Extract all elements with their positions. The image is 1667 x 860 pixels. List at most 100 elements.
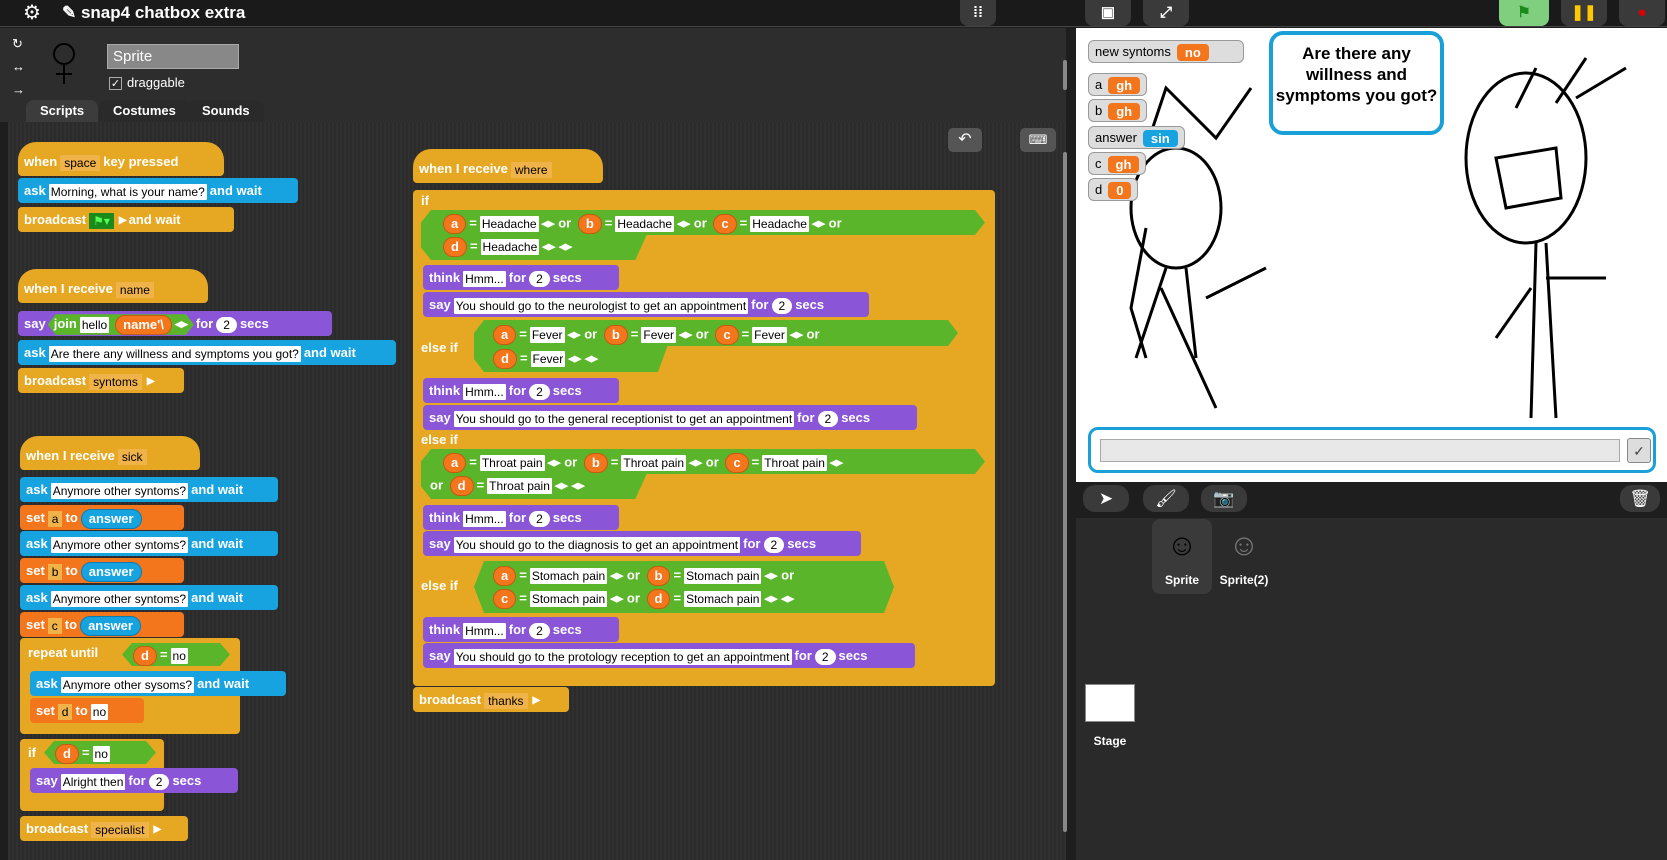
message-dropdown[interactable]: sick [117,448,147,465]
message-dropdown[interactable]: syntoms [89,373,142,390]
say-input[interactable]: You should go to the general receptionis… [453,410,795,427]
say-input[interactable]: You should go to the diagnosis to get an… [453,536,741,553]
join-input[interactable]: hello [80,317,109,333]
hat-when-receive[interactable]: when I receive sick [20,436,200,470]
say-input[interactable]: You should go to the neurologist to get … [453,297,749,314]
var-dropdown[interactable]: c [47,617,62,634]
eq-input[interactable]: no [93,746,110,762]
sprite-scrollbar[interactable] [1063,60,1067,90]
var-dropdown[interactable]: a [47,510,63,527]
set-block[interactable]: set d to no [30,698,144,723]
say-for-block[interactable]: say You should go to the protology recept… [423,643,915,668]
secs-input[interactable]: 2 [771,297,793,314]
stage-full-icon[interactable]: ⤢ [1143,0,1189,26]
trash-icon[interactable]: 🗑 [1620,485,1660,512]
secs-input[interactable]: 2 [817,410,839,427]
var-b[interactable]: b [583,453,608,473]
condition-d-eq-no[interactable]: d = no [122,643,230,666]
think-input[interactable]: Hmm... [463,383,506,400]
set-input[interactable]: no [90,703,109,720]
eq-input[interactable]: Headache [479,216,539,232]
say-for-block[interactable]: say You should go to the general receptio… [423,405,917,430]
var-a[interactable]: a [443,214,467,234]
join-block[interactable]: join hello name'\ ◂▸ [48,314,194,335]
green-flag-icon[interactable]: ⚑ [1499,0,1549,26]
sprite-icon-sprite2[interactable]: ☺ Sprite(2) [1214,519,1274,594]
var-c[interactable]: c [715,325,739,345]
say-for-block[interactable]: say You should go to the diagnosis to get… [423,531,861,556]
condition-d-eq-no[interactable]: d = no [44,741,156,764]
ask-input[interactable]: Morning, what is your name? [48,183,207,200]
eq-input[interactable]: Headache [480,239,540,255]
footprints-icon[interactable]: ⁞⁞ [960,0,996,26]
checkbox-check[interactable]: ✓ [109,77,122,90]
keyboard-icon[interactable]: ⌨ [1020,128,1056,152]
answer-ok-button[interactable]: ✓ [1627,438,1651,463]
ask-input[interactable]: Anymore other syntoms? [50,482,189,499]
tab-scripts[interactable]: Scripts [26,100,99,122]
eq-input[interactable]: Fever [641,327,677,343]
message-dropdown[interactable]: thanks [484,692,528,709]
message-dropdown[interactable]: where [510,161,552,178]
eq-input[interactable]: Stomach pain [529,591,608,607]
secs-input[interactable]: 2 [216,316,237,333]
broadcast-block[interactable]: broadcast ⚑▾ ▶ and wait [18,207,234,232]
think-block[interactable]: think Hmm... for 2 secs [423,265,619,290]
ask-block[interactable]: ask Are there any willness and symptoms y… [18,340,396,365]
eq-input[interactable]: Stomach pain [684,591,762,607]
eq-input[interactable]: Throat pain [621,455,687,471]
think-input[interactable]: Hmm... [463,622,506,639]
camera-icon[interactable]: 📷 [1201,485,1247,512]
ask-input[interactable]: Are there any willness and symptoms you … [48,345,301,362]
tab-sounds[interactable]: Sounds [188,100,264,122]
var-dropdown[interactable]: b [47,563,63,580]
key-dropdown[interactable]: space [60,154,101,171]
paintbrush-icon[interactable]: 🖌 [1143,485,1189,512]
draggable-checkbox[interactable]: ✓ draggable [109,75,185,90]
eq-input[interactable]: no [171,648,188,664]
eq-input[interactable]: Throat pain [479,455,545,471]
var-b[interactable]: b [577,214,602,234]
name-var[interactable]: name'\ [115,315,172,335]
set-block[interactable]: set c to answer [20,612,184,637]
undo-icon[interactable]: ↶ [948,128,982,152]
think-input[interactable]: Hmm... [463,270,506,287]
rotate-any-icon[interactable]: ↻ [12,36,23,52]
think-block[interactable]: think Hmm... for 2 secs [423,378,619,403]
scripts-scrollbar[interactable] [1063,152,1067,832]
turtle-icon[interactable]: ➤ [1083,485,1129,512]
say-for-block[interactable]: say join hello name'\ ◂▸ for 2 secs [18,311,332,336]
var-dropdown[interactable]: d [57,703,73,720]
ask-input[interactable]: Anymore other syntoms? [50,590,189,607]
hat-when-key[interactable]: when space key pressed [18,142,224,176]
think-block[interactable]: think Hmm... for 2 secs [423,617,619,642]
gear-icon[interactable]: ⚙ [14,0,50,26]
secs-input[interactable]: 2 [148,773,170,790]
secs-input[interactable]: 2 [529,270,550,287]
think-block[interactable]: think Hmm... for 2 secs [423,505,619,530]
var-b[interactable]: b [646,566,671,586]
pause-icon[interactable]: ❚❚ [1561,0,1607,26]
tab-costumes[interactable]: Costumes [99,100,190,122]
answer-input[interactable] [1100,439,1620,462]
rotate-lr-icon[interactable]: ↔ [12,59,25,74]
secs-input[interactable]: 2 [763,536,785,553]
eq-input[interactable]: Fever [530,351,566,367]
var-d[interactable]: d [443,237,467,257]
broadcast-block[interactable]: broadcast specialist ▶ [20,816,188,841]
eq-input[interactable]: Stomach pain [529,568,608,584]
secs-input[interactable]: 2 [529,510,550,527]
ask-block[interactable]: ask Anymore other syntoms? and wait [20,531,278,556]
var-a[interactable]: a [493,566,517,586]
var-d[interactable]: d [646,589,671,609]
eq-input[interactable]: Throat pain [487,478,552,494]
set-block[interactable]: set b to answer [20,558,184,583]
ask-block[interactable]: ask Anymore other syntoms? and wait [20,585,278,610]
eq-input[interactable]: Stomach pain [684,568,762,584]
green-flag-icon[interactable]: ⚑▾ [89,212,114,229]
var-b[interactable]: b [603,325,628,345]
ask-input[interactable]: Anymore other sysoms? [60,676,195,693]
stop-icon[interactable]: ● [1619,0,1665,26]
ask-block[interactable]: ask Anymore other sysoms? and wait [30,671,286,696]
broadcast-block[interactable]: broadcast thanks ▶ [413,687,569,712]
